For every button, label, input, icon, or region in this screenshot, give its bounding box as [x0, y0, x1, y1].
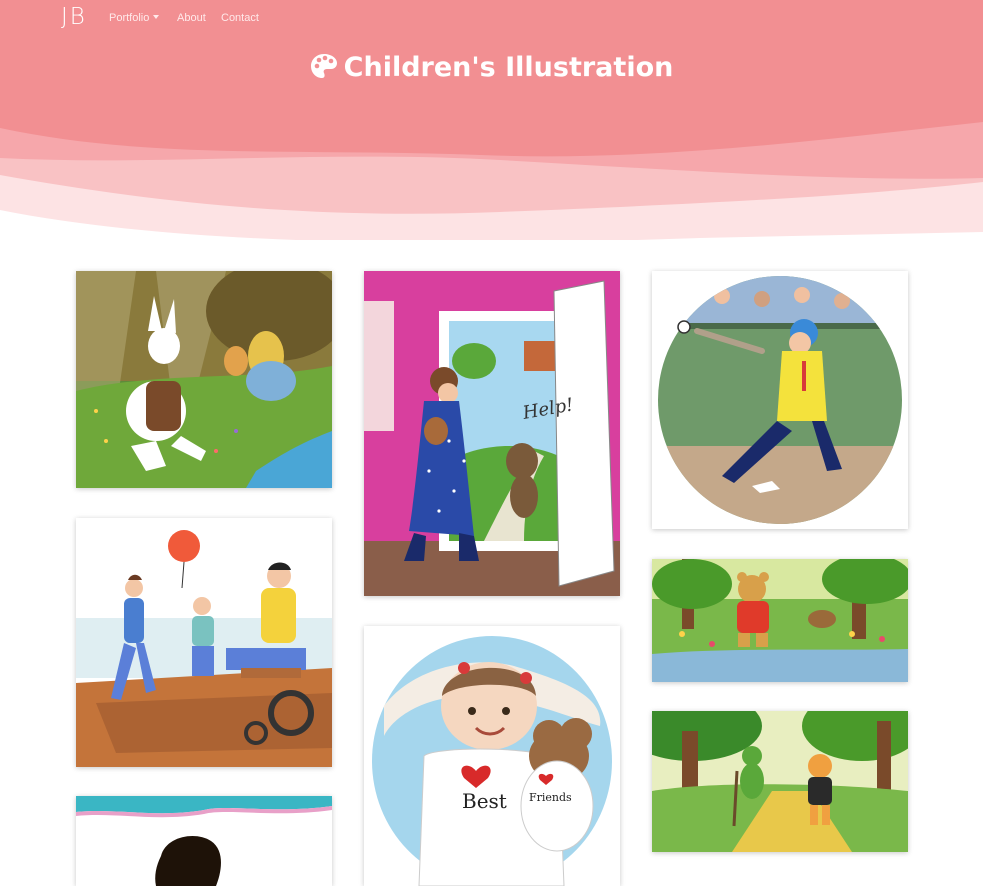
nav-about-link[interactable]: About	[177, 12, 206, 24]
wave-decoration	[0, 122, 983, 240]
page-title: Children's Illustration	[0, 52, 983, 83]
gallery-card-rabbit[interactable]	[76, 271, 332, 488]
nav-portfolio-label: Portfolio	[109, 12, 150, 24]
shirt-text-best: Best	[462, 789, 507, 813]
page-title-text: Children's Illustration	[343, 52, 674, 83]
frog-cat-illustration	[652, 711, 908, 852]
gallery-card-bear-overalls[interactable]	[652, 559, 908, 682]
gallery-card-frog-cat[interactable]	[652, 711, 908, 852]
shirt-text-friends: Friends	[529, 791, 572, 804]
palette-icon	[310, 54, 337, 78]
portrait-illustration	[76, 796, 332, 886]
navbar: JB Portfolio About Contact	[0, 0, 983, 36]
nav-portfolio-dropdown[interactable]: Portfolio	[109, 12, 160, 24]
door-illustration: Help!	[364, 271, 620, 596]
gallery-card-baseball[interactable]	[652, 271, 908, 529]
gallery-card-family[interactable]	[76, 518, 332, 767]
header: JB Portfolio About Contact Children's Il…	[0, 0, 983, 240]
bear-overalls-illustration	[652, 559, 908, 682]
nav-contact-link[interactable]: Contact	[221, 12, 259, 24]
gallery-card-portrait[interactable]	[76, 796, 332, 886]
chevron-down-icon	[153, 15, 160, 19]
brand-logo[interactable]: JB	[61, 4, 87, 30]
gallery-card-door[interactable]: Help!	[364, 271, 620, 596]
baseball-illustration	[652, 271, 908, 529]
best-friends-illustration: Best Friends	[364, 626, 620, 886]
family-illustration	[76, 518, 332, 767]
gallery-card-best-friends[interactable]: Best Friends	[364, 626, 620, 886]
rabbit-illustration	[76, 271, 332, 488]
